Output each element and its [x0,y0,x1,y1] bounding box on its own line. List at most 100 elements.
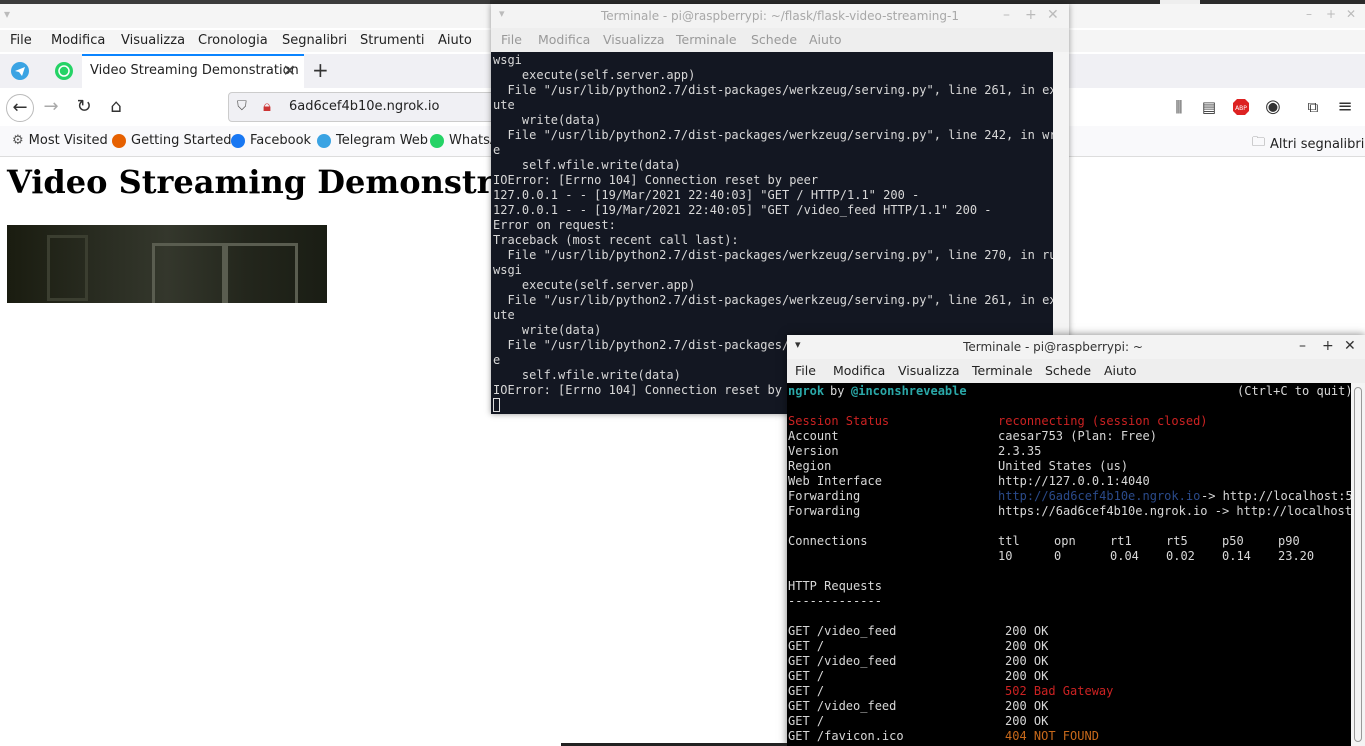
menu-terminale[interactable]: Terminale [676,32,737,47]
minimize-icon[interactable]: – [1306,7,1312,21]
request-path: GET /video_feed [788,654,897,668]
terminal-line: Traceback (most recent call last): [493,233,739,247]
terminal-output[interactable]: ngrok by @inconshreveable (Ctrl+C to qui… [787,383,1351,746]
scrollbar-thumb[interactable] [1354,387,1362,742]
adblock-icon[interactable]: ABP [1228,94,1254,120]
close-icon[interactable]: ✕ [1346,7,1356,21]
menu-aiuto[interactable]: Aiuto [1104,363,1137,378]
terminal-title: Terminale - pi@raspberrypi: ~/flask/flas… [600,9,959,23]
request-status: 200 OK [1005,624,1049,638]
bookmark-getting-started[interactable]: Getting Started [112,133,232,148]
pinned-tab-telegram[interactable] [6,54,34,88]
menu-visualizza[interactable]: Visualizza [121,33,185,48]
menu-modifica[interactable]: Modifica [833,363,885,378]
session-status-value: reconnecting (session closed) [998,414,1208,428]
bookmark-label: Altri segnalibri [1270,136,1365,152]
maximize-icon[interactable]: + [1025,7,1037,23]
conn-value: 23.20 [1278,549,1315,563]
bookmark-label: Facebook [250,133,312,148]
bookmark-most-visited[interactable]: ⚙ Most Visited [12,133,108,148]
terminal-line: File "/usr/lib/python2.7/dist-packages/w… [493,248,1053,262]
maximize-icon[interactable]: + [1322,338,1334,354]
menu-file[interactable]: File [795,363,816,378]
close-icon[interactable]: ✕ [1047,7,1059,23]
menu-segnalibri[interactable]: Segnalibri [282,33,347,48]
terminal-line: write(data) [493,323,602,337]
menu-modifica[interactable]: Modifica [538,32,590,47]
menu-terminale[interactable]: Terminale [972,363,1033,378]
menu-file[interactable]: File [501,32,522,47]
forwarding-http-target: -> http://localhost:5 [1201,489,1351,503]
tab-video-streaming[interactable]: Video Streaming Demonstration ✕ [82,54,304,88]
menu-schede[interactable]: Schede [751,32,797,47]
terminal-line: wsgi [493,263,522,277]
ngrok-brand: ngrok [788,384,825,398]
terminal-line: ute [493,98,515,112]
terminal-line: self.wfile.write(data) [493,158,681,172]
tab-close-icon[interactable]: ✕ [283,61,296,80]
conn-header: rt5 [1166,534,1188,548]
menu-visualizza[interactable]: Visualizza [603,32,665,47]
terminal-window-ngrok[interactable]: ▾ Terminale - pi@raspberrypi: ~ – + ✕ Fi… [787,335,1365,746]
video-frame-detail [152,243,228,303]
terminal-line: File "/usr/lib/python2.7/dist-packages/w [493,338,797,352]
svg-text:ABP: ABP [1235,105,1247,112]
insecure-lock-icon[interactable]: 🔒︎ [263,97,271,115]
other-bookmarks[interactable]: 🗀 Altri segnalibri [1252,133,1364,155]
conn-header: p90 [1278,534,1300,548]
request-path: GET /favicon.ico [788,729,904,743]
forwarding-label: Forwarding [788,489,861,503]
request-path: GET /video_feed [788,699,897,713]
request-path: GET /video_feed [788,624,897,638]
scrollbar[interactable] [1351,383,1365,746]
terminal-titlebar[interactable]: ▾ Terminale - pi@raspberrypi: ~ – + ✕ [787,335,1365,359]
version-value: 2.3.35 [998,444,1042,458]
reload-icon[interactable]: ↻ [71,94,97,120]
extensions-icon[interactable]: ⧉ [1300,94,1326,120]
menu-aiuto[interactable]: Aiuto [809,32,842,47]
window-menu-icon[interactable]: ▾ [4,7,10,21]
terminal-line: wsgi [493,53,522,67]
menu-visualizza[interactable]: Visualizza [898,363,960,378]
shield-icon[interactable]: ⛉ [237,99,247,114]
forwarding-http-url[interactable]: http://6ad6cef4b10e.ngrok.io [998,489,1200,504]
minimize-icon[interactable]: – [1299,338,1306,354]
terminal-line: execute(self.server.app) [493,68,696,82]
menu-file[interactable]: File [10,33,32,48]
conn-header: ttl [998,534,1020,548]
menu-schede[interactable]: Schede [1045,363,1091,378]
sidebar-icon[interactable]: ▤ [1196,94,1222,120]
bookmark-facebook[interactable]: Facebook [231,133,311,148]
terminal-titlebar[interactable]: ▾ Terminale - pi@raspberrypi: ~/flask/fl… [491,4,1069,28]
close-icon[interactable]: ✕ [1344,338,1356,354]
request-path: GET / [788,684,825,698]
request-path: GET / [788,714,825,728]
bookmark-label: Telegram Web [336,133,429,148]
hamburger-menu-icon[interactable]: ≡ [1332,94,1358,120]
firefox-icon [112,133,126,148]
bookmark-telegram[interactable]: Telegram Web [317,133,428,148]
terminal-line: IOError: [Errno 104] Connection reset by… [493,173,819,187]
menu-aiuto[interactable]: Aiuto [438,33,472,48]
account-icon[interactable]: ◉ [1260,94,1286,120]
back-arrow-icon[interactable]: ← [6,94,34,122]
maximize-icon[interactable]: + [1326,7,1336,21]
terminal-menubar: File Modifica Visualizza Terminale Sched… [787,359,1365,383]
menu-cronologia[interactable]: Cronologia [198,33,268,48]
new-tab-icon[interactable]: + [312,58,329,82]
menu-strumenti[interactable]: Strumenti [360,33,425,48]
menu-modifica[interactable]: Modifica [51,33,105,48]
forward-arrow-icon[interactable]: → [38,94,64,120]
quit-hint: (Ctrl+C to quit) [1237,384,1351,398]
http-requests-rule: ------------- [788,594,882,608]
terminal-line: 127.0.0.1 - - [19/Mar/2021 22:40:03] "GE… [493,188,920,202]
terminal-line: File "/usr/lib/python2.7/dist-packages/w… [493,83,1053,97]
library-icon[interactable]: ⫼ [1166,94,1192,120]
pinned-tab-whatsapp[interactable] [50,54,78,88]
request-status: 200 OK [1005,699,1049,713]
forwarding-https-value: https://6ad6cef4b10e.ngrok.io -> http://… [998,504,1351,518]
minimize-icon[interactable]: – [1003,7,1010,23]
bookmark-whatsapp[interactable]: WhatsA [430,133,499,148]
home-icon[interactable]: ⌂ [103,94,129,120]
region-value: United States (us) [998,459,1129,473]
